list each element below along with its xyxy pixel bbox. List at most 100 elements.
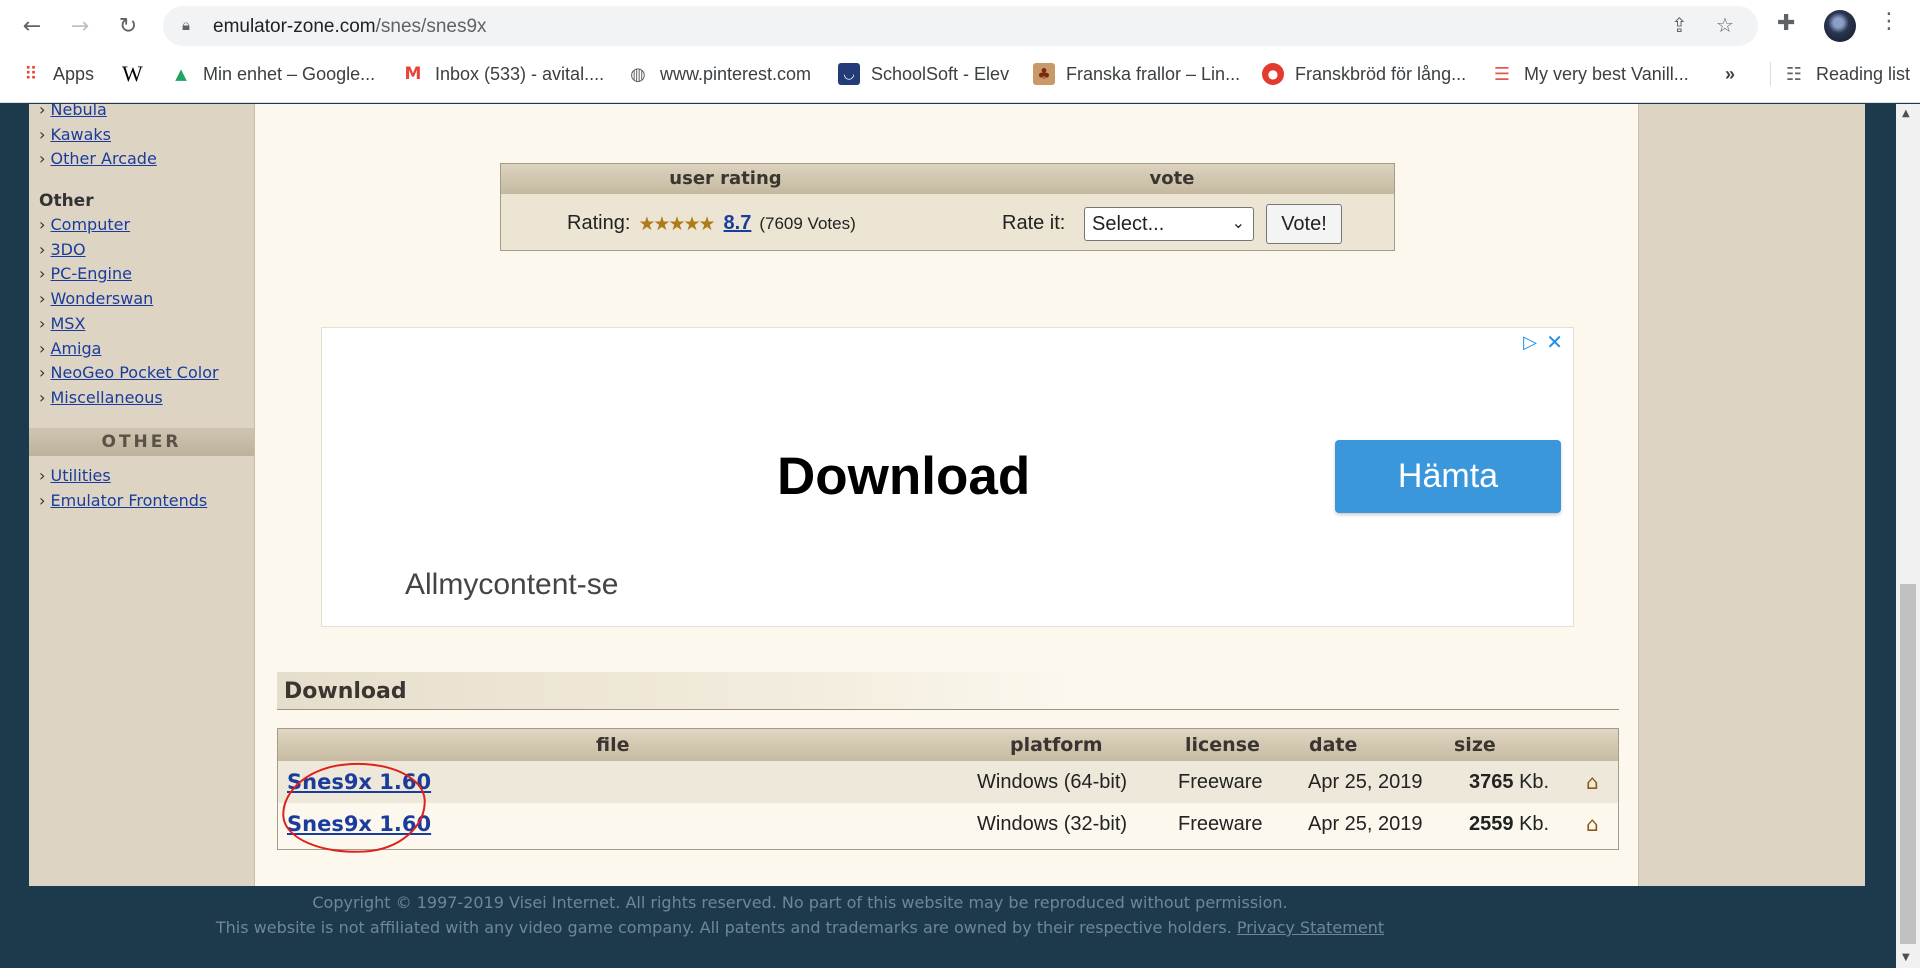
menu-kebab-icon[interactable]: ⋮ (1878, 9, 1900, 34)
sidebar-item-msx[interactable]: › MSX (39, 314, 85, 333)
bookmark-label: Inbox (533) - avital.... (435, 63, 605, 84)
sidebar-link[interactable]: Emulator Frontends (51, 491, 208, 510)
right-column (1638, 104, 1865, 886)
rating-select[interactable]: Select... ⌄ (1084, 207, 1254, 241)
download-section-header: Download (277, 672, 1619, 710)
sidebar-item-nebula[interactable]: › Nebula (39, 104, 107, 119)
bookmark-label: Apps (53, 63, 95, 84)
size-cell: 2559 Kb. (1469, 813, 1550, 835)
col-platform: platform (1010, 734, 1103, 756)
sidebar-link[interactable]: Miscellaneous (51, 388, 163, 407)
user-rating-header: user rating (669, 168, 782, 189)
scroll-up-icon[interactable]: ▲ (1902, 108, 1910, 119)
sidebar-link[interactable]: Kawaks (51, 125, 112, 144)
sidebar-link[interactable]: 3DO (51, 240, 86, 259)
privacy-statement-link[interactable]: Privacy Statement (1237, 918, 1384, 937)
bookmark-pinterest[interactable]: ◍ www.pinterest.com (627, 62, 811, 86)
sidebar-item-other-arcade[interactable]: › Other Arcade (39, 149, 157, 168)
recipe-icon: ♣ (1033, 63, 1055, 85)
adchoices-icon[interactable]: ▷ (1523, 332, 1537, 353)
recipe-red-icon: ● (1262, 63, 1284, 85)
globe-icon: ◍ (630, 63, 646, 85)
sidebar-section-header: OTHER (29, 428, 254, 456)
homepage-house-icon[interactable]: ⌂ (1586, 770, 1599, 794)
bookmark-label: www.pinterest.com (660, 63, 812, 84)
reading-list-button[interactable]: ☷ Reading list (1770, 62, 1910, 86)
reading-list-icon: ☷ (1785, 63, 1803, 85)
sidebar-item-3do[interactable]: › 3DO (39, 240, 86, 259)
bookmark-star-icon[interactable]: ☆ (1716, 13, 1734, 37)
bookmark-apps[interactable]: ⠿ Apps (20, 62, 94, 86)
bookmark-franska-frallor[interactable]: ♣ Franska frallor – Lin... (1033, 62, 1240, 86)
scrollbar[interactable]: ▲ ▼ (1896, 104, 1920, 968)
download-section-title: Download (284, 679, 407, 704)
sidebar-link[interactable]: MSX (51, 314, 86, 333)
ad-cta-button[interactable]: Hämta (1335, 440, 1561, 513)
col-size: size (1454, 734, 1496, 756)
sidebar-link[interactable]: Wonderswan (51, 289, 154, 308)
reading-list-label: Reading list (1816, 63, 1911, 84)
date-cell: Apr 25, 2019 (1308, 771, 1423, 793)
reload-icon[interactable]: ↻ (112, 10, 144, 42)
more-bookmarks-chevron[interactable]: » (1725, 62, 1735, 86)
schoolsoft-icon: ◡ (838, 63, 860, 85)
ad-headline[interactable]: Download (777, 446, 1030, 507)
sidebar-link[interactable]: Nebula (51, 104, 107, 119)
license-cell: Freeware (1178, 771, 1263, 793)
rating-score-link[interactable]: 8.7 (724, 212, 752, 235)
address-bar[interactable]: 🔒︎ emulator-zone.com/snes/snes9x ⇪ ☆ (163, 6, 1758, 46)
gmail-icon: M (404, 64, 422, 84)
disclaimer-line: This website is not affiliated with any … (0, 915, 1600, 940)
forward-arrow-icon[interactable]: → (64, 10, 96, 42)
vote-button[interactable]: Vote! (1266, 204, 1342, 244)
advertisement[interactable]: ▷ ✕ Download Hämta Allmycontent-se (321, 327, 1574, 627)
ad-source[interactable]: Allmycontent-se (405, 568, 618, 602)
homepage-house-icon[interactable]: ⌂ (1586, 812, 1599, 836)
sidebar-link[interactable]: Other Arcade (51, 149, 157, 168)
rating-line: Rating: ★★★★★ 8.7 (7609 Votes) (567, 212, 856, 235)
bookmark-label: SchoolSoft - Elev (871, 63, 1010, 84)
sidebar-link[interactable]: PC-Engine (51, 264, 132, 283)
browser-chrome: ← → ↻ 🔒︎ emulator-zone.com/snes/snes9x ⇪… (0, 0, 1920, 103)
bookmark-gmail[interactable]: M Inbox (533) - avital.... (402, 62, 605, 86)
sidebar-link[interactable]: Utilities (51, 466, 111, 485)
ad-close-icon[interactable]: ✕ (1546, 330, 1563, 354)
profile-avatar[interactable] (1824, 10, 1856, 42)
sidebar-item-neogeo-pocket[interactable]: › NeoGeo Pocket Color (39, 363, 219, 382)
select-value: Select... (1092, 213, 1165, 235)
sidebar-link[interactable]: Amiga (51, 339, 102, 358)
rating-label: Rating: (567, 212, 631, 234)
sidebar-item-pc-engine[interactable]: › PC-Engine (39, 264, 132, 283)
sidebar-link[interactable]: NeoGeo Pocket Color (51, 363, 219, 382)
apps-grid-icon: ⠿ (24, 63, 38, 85)
download-table: file platform license date size Snes9x 1… (277, 728, 1619, 850)
bookmark-vanilla[interactable]: ☰ My very best Vanill... (1491, 62, 1689, 86)
size-cell: 3765 Kb. (1469, 771, 1550, 793)
scroll-down-icon[interactable]: ▼ (1902, 952, 1910, 963)
bookmark-schoolsoft[interactable]: ◡ SchoolSoft - Elev (838, 62, 1009, 86)
main-content: user rating vote Rating: ★★★★★ 8.7 (7609… (254, 104, 1638, 886)
sidebar-item-wonderswan[interactable]: › Wonderswan (39, 289, 153, 308)
url-text[interactable]: emulator-zone.com/snes/snes9x (213, 16, 487, 38)
sidebar-item-kawaks[interactable]: › Kawaks (39, 125, 111, 144)
sidebar-item-computer[interactable]: › Computer (39, 215, 130, 234)
table-row: Snes9x 1.60 Windows (64-bit) Freeware Ap… (278, 761, 1618, 803)
license-cell: Freeware (1178, 813, 1263, 835)
disclaimer-text: This website is not affiliated with any … (215, 918, 1232, 937)
share-icon[interactable]: ⇪ (1671, 13, 1688, 37)
scrollbar-thumb[interactable] (1900, 584, 1916, 944)
bookmark-wikipedia[interactable]: W (122, 61, 143, 86)
sidebar-link[interactable]: Computer (51, 215, 131, 234)
sidebar-item-emulator-frontends[interactable]: › Emulator Frontends (39, 491, 207, 510)
copyright-text: Copyright © 1997-2019 Visei Internet. Al… (312, 893, 1288, 912)
back-arrow-icon[interactable]: ← (16, 10, 48, 42)
sidebar-item-utilities[interactable]: › Utilities (39, 466, 111, 485)
bookmark-franskbrod[interactable]: ● Franskbröd för lång... (1262, 62, 1466, 86)
sidebar-item-miscellaneous[interactable]: › Miscellaneous (39, 388, 163, 407)
sidebar-item-amiga[interactable]: › Amiga (39, 339, 101, 358)
bookmark-google-drive[interactable]: ▲ Min enhet – Google... (170, 62, 375, 86)
bookmark-label: Franska frallor – Lin... (1066, 63, 1241, 84)
wikipedia-icon: W (122, 61, 143, 86)
extensions-puzzle-icon[interactable]: ✚ (1777, 11, 1795, 36)
vote-count: (7609 Votes) (759, 213, 856, 233)
